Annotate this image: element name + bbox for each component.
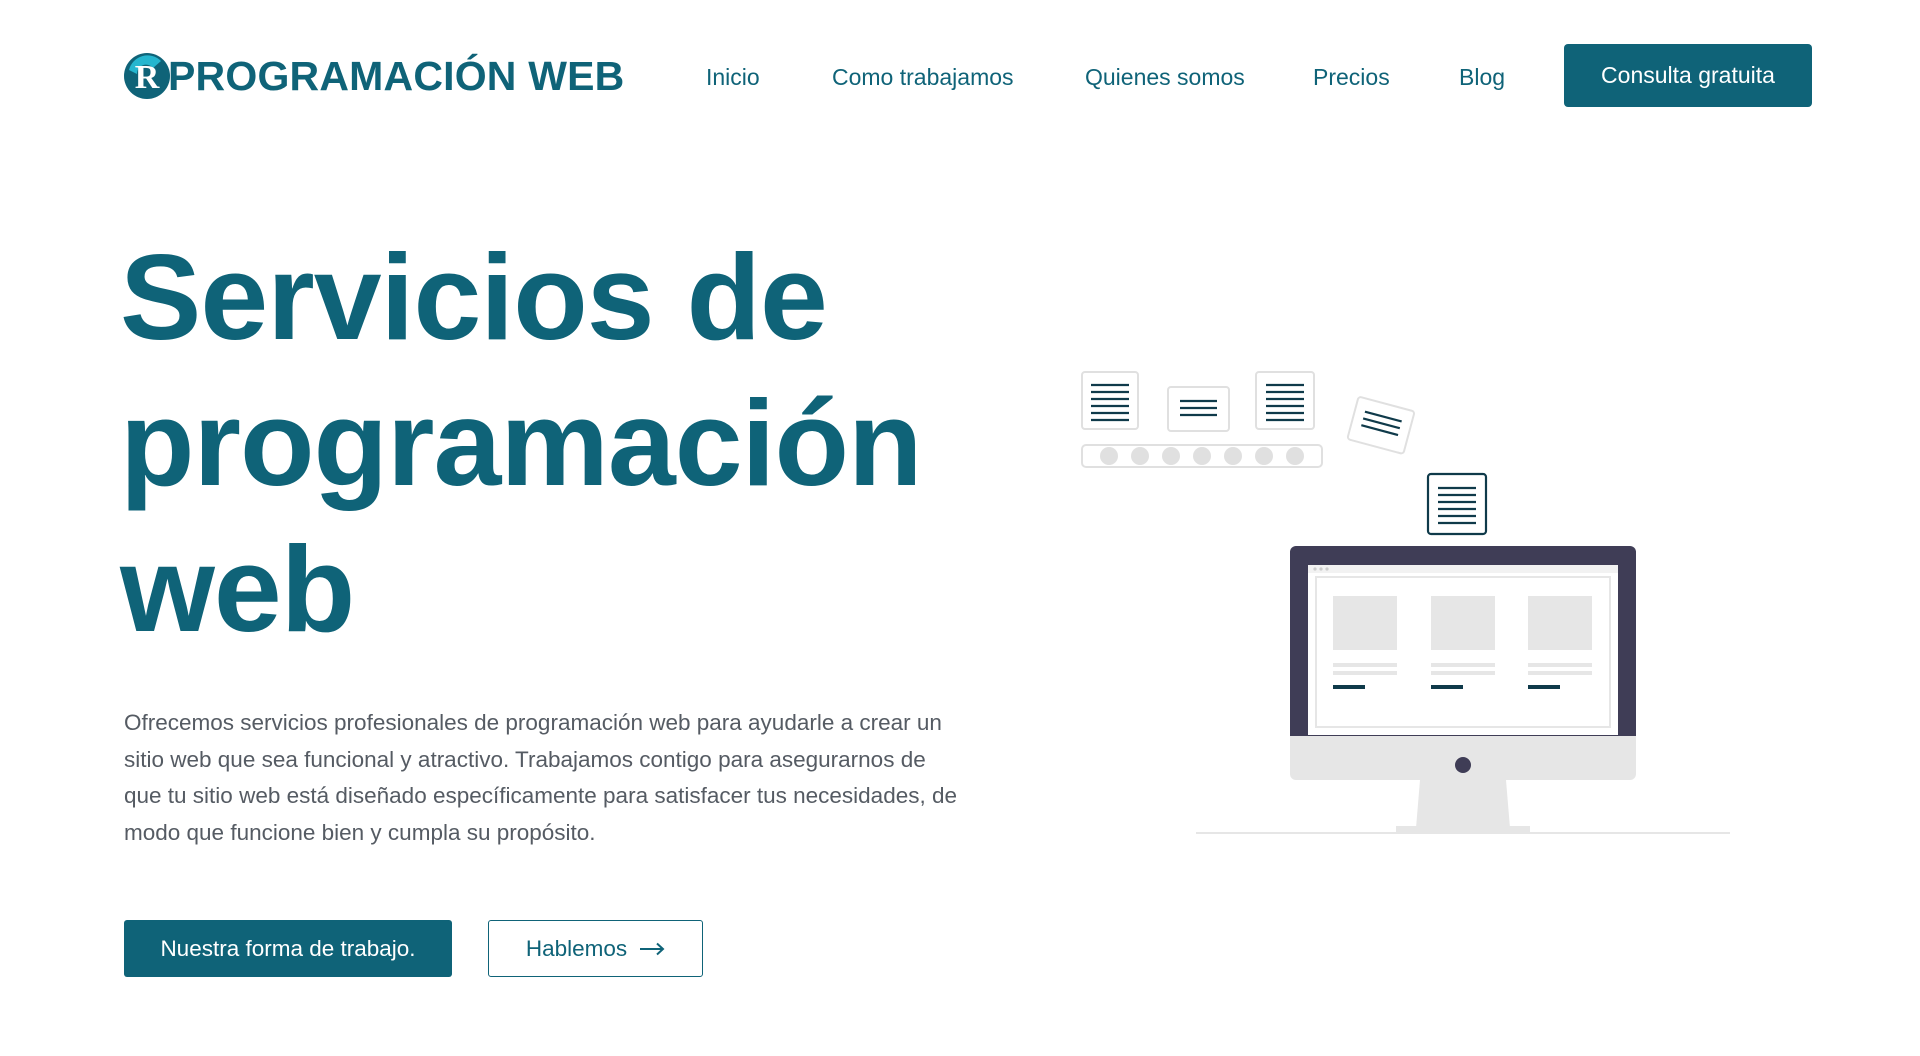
web-development-illustration bbox=[1081, 371, 1730, 834]
nav-link-precios[interactable]: Precios bbox=[1313, 52, 1390, 102]
hero-title-line-2: programación bbox=[120, 375, 923, 511]
dots-strip bbox=[1081, 444, 1323, 468]
active-document-icon bbox=[1426, 472, 1488, 536]
free-consultation-button[interactable]: Consulta gratuita bbox=[1564, 44, 1812, 107]
hero-title: Servicios de programación web bbox=[120, 224, 1000, 662]
arrow-right-icon bbox=[640, 942, 665, 955]
floating-document-icon bbox=[1346, 396, 1415, 455]
lets-talk-label: Hablemos bbox=[525, 935, 628, 961]
nav-link-inicio[interactable]: Inicio bbox=[706, 52, 760, 102]
nav-link-como-trabajamos[interactable]: Como trabajamos bbox=[832, 52, 1014, 102]
hero-title-line-1: Servicios de bbox=[120, 229, 828, 365]
lets-talk-button[interactable]: Hablemos bbox=[488, 920, 703, 977]
hero-description: Ofrecemos servicios profesionales de pro… bbox=[124, 710, 958, 845]
desktop-monitor-icon bbox=[1290, 546, 1636, 832]
hero-title-line-3: web bbox=[120, 521, 355, 657]
document-icon-1 bbox=[1081, 371, 1139, 430]
site-header: R PROGRAMACIÓN WEB Inicio Como trabajamo… bbox=[0, 0, 1920, 150]
document-icon-2 bbox=[1167, 386, 1230, 432]
document-icon-3 bbox=[1255, 371, 1315, 430]
nav-link-quienes-somos[interactable]: Quienes somos bbox=[1085, 52, 1245, 102]
our-work-method-button[interactable]: Nuestra forma de trabajo. bbox=[124, 920, 452, 977]
nav-link-blog[interactable]: Blog bbox=[1459, 52, 1505, 102]
